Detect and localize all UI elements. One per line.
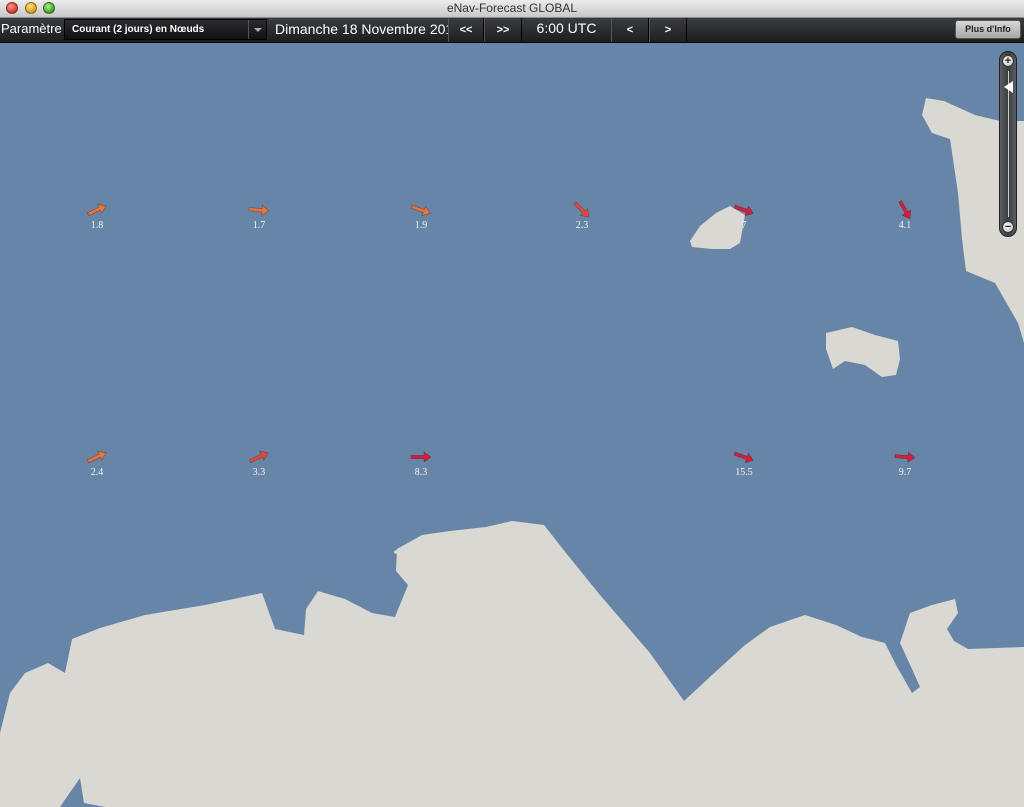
parameter-select[interactable]: Courant (2 jours) en Nœuds [64,19,267,40]
current-speed-label: 7 [741,220,747,231]
current-speed-label: 2.3 [575,220,589,231]
forecast-date: Dimanche 18 Novembre 2012 [275,21,461,37]
current-speed-label: 4.1 [898,220,912,231]
previous-day-button[interactable]: << [448,18,484,42]
map-view[interactable]: 1.8 1.7 1.9 2.3 7 4.1 2.4 3.3 8.3 15.5 9.7 + − [0,43,1024,807]
map-canvas [0,43,1024,807]
zoom-control[interactable]: + − [999,51,1017,237]
window-title: eNav-Forecast GLOBAL [446,1,578,15]
chevron-down-icon[interactable] [248,20,266,39]
next-step-button[interactable]: > [649,18,687,42]
current-speed-label: 1.7 [252,220,266,231]
zoom-slider-handle[interactable] [1004,81,1013,93]
forecast-time: 6:00 UTC [536,20,597,36]
more-info-button[interactable]: Plus d'Info [955,20,1021,39]
parameter-select-value: Courant (2 jours) en Nœuds [72,24,205,35]
current-speed-label: 3.3 [252,467,266,478]
current-speed-label: 9.7 [898,467,912,478]
previous-step-button[interactable]: < [611,18,649,42]
current-speed-label: 2.4 [90,467,104,478]
next-day-button[interactable]: >> [484,18,522,42]
current-speed-label: 1.8 [90,220,104,231]
zoom-out-button[interactable]: − [1002,221,1014,233]
title-bar: eNav-Forecast GLOBAL [0,0,1024,18]
zoom-in-button[interactable]: + [1002,55,1014,67]
current-speed-label: 8.3 [414,467,428,478]
current-speed-label: 15.5 [735,467,753,478]
current-speed-label: 1.9 [414,220,428,231]
land-islet [394,550,400,554]
toolbar: Paramètre Courant (2 jours) en Nœuds Dim… [0,18,1024,43]
parameter-label: Paramètre [1,21,62,36]
